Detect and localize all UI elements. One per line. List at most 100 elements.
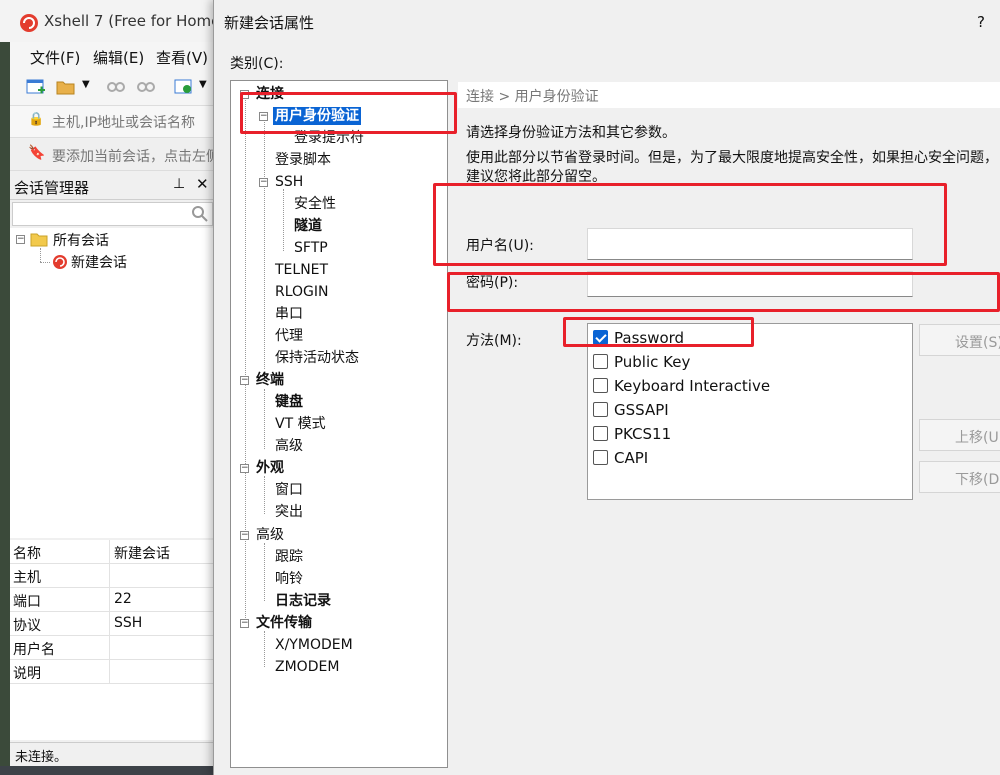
link-icon[interactable] (106, 78, 126, 96)
prop-key: 名称 (13, 546, 41, 562)
chevron-down-icon[interactable]: ▼ (82, 79, 90, 90)
address-bar[interactable]: 🔒 主机,IP地址或会话名称 (10, 106, 215, 138)
add-session-hint-bar: 🔖 要添加当前会话，点击左侧的箭头按钮。 (10, 139, 215, 171)
move-up-button[interactable]: 上移(U) (919, 419, 1000, 451)
tree-zmodem[interactable]: ZMODEM (275, 658, 339, 676)
bookmark-icon[interactable]: 🔖 (28, 145, 45, 161)
section-note: 使用此部分以节省登录时间。但是，为了最大限度地提高安全性，如果担心安全问题，建议… (466, 150, 998, 185)
method-label: 方法(M): (466, 333, 522, 349)
tree-appearance[interactable]: 外观 (256, 459, 284, 477)
dialog-body: 类别(C): − 连接 − 用户身份验证 登录提示符 登录脚本 − SSH 安全… (214, 42, 1000, 775)
open-folder-icon[interactable] (56, 78, 76, 96)
table-row: 用户名 (10, 636, 215, 660)
folder-icon (30, 233, 48, 247)
menu-view[interactable]: 查看(V) (156, 47, 208, 68)
tree-keyboard[interactable]: 键盘 (275, 393, 303, 411)
session-tree: − 所有会话 新建会话 (10, 228, 215, 538)
session-properties-table: 名称 新建会话 主机 端口 22 协议 SSH 用户名 说明 (10, 540, 215, 740)
tree-proxy[interactable]: 代理 (275, 327, 303, 345)
tree-terminal[interactable]: 终端 (256, 371, 284, 389)
tree-advanced[interactable]: 高级 (256, 526, 284, 544)
tree-keepalive[interactable]: 保持活动状态 (275, 349, 359, 367)
taskbar-edge (0, 766, 215, 775)
tree-sftp[interactable]: SFTP (294, 239, 328, 257)
prop-value: 新建会话 (114, 546, 170, 562)
help-button[interactable]: ? (977, 13, 985, 31)
chevron-down-icon[interactable]: ▼ (199, 79, 207, 90)
tree-file-transfer[interactable]: 文件传输 (256, 614, 312, 632)
collapse-icon[interactable]: − (16, 235, 25, 244)
tree-new-session[interactable]: 新建会话 (71, 252, 127, 272)
xshell-title: Xshell 7 (Free for Home/School) (44, 12, 215, 30)
tree-terminal-advanced[interactable]: 高级 (275, 437, 303, 455)
xshell-logo-icon (20, 14, 38, 32)
menu-file[interactable]: 文件(F) (30, 47, 80, 68)
table-row: 说明 (10, 660, 215, 684)
tree-xymodem[interactable]: X/YMODEM (275, 636, 353, 654)
checkbox[interactable] (593, 354, 608, 369)
session-icon (53, 255, 67, 269)
prop-key: 主机 (13, 570, 41, 586)
tree-telnet[interactable]: TELNET (275, 261, 328, 279)
address-input[interactable]: 主机,IP地址或会话名称 (52, 112, 195, 132)
move-down-button[interactable]: 下移(D) (919, 461, 1000, 493)
annotation-box-method-password (563, 317, 754, 347)
desktop-edge (0, 42, 10, 766)
status-bar: 未连接。 (10, 742, 215, 766)
prop-value: 22 (114, 591, 132, 607)
session-manager-header: 会话管理器 ⊥ ✕ (10, 172, 215, 200)
prop-value: SSH (114, 615, 143, 631)
tree-logging[interactable]: 日志记录 (275, 592, 331, 610)
unlink-icon[interactable] (136, 78, 156, 96)
collapse-icon[interactable]: − (240, 619, 249, 628)
new-session-icon[interactable] (26, 78, 46, 96)
menu-edit[interactable]: 编辑(E) (93, 47, 144, 68)
tree-all-sessions[interactable]: 所有会话 (53, 230, 109, 250)
tree-highlight[interactable]: 突出 (275, 503, 303, 521)
annotation-box-user-auth (240, 92, 457, 134)
table-row: 端口 22 (10, 588, 215, 612)
checkbox[interactable] (593, 378, 608, 393)
table-row: 协议 SSH (10, 612, 215, 636)
breadcrumb-text: 连接 > 用户身份验证 (466, 89, 599, 105)
annotation-box-username (433, 183, 947, 266)
tree-window[interactable]: 窗口 (275, 481, 303, 499)
settings-button[interactable]: 设置(S) (919, 324, 1000, 356)
method-name: Public Key (614, 353, 691, 371)
search-icon[interactable] (191, 205, 209, 223)
pin-icon[interactable]: ⊥ (173, 176, 185, 192)
method-name: CAPI (614, 449, 649, 467)
tree-security[interactable]: 安全性 (294, 195, 336, 213)
session-search-input[interactable] (12, 202, 213, 226)
method-name: Keyboard Interactive (614, 377, 771, 395)
tree-vt-mode[interactable]: VT 模式 (275, 415, 326, 433)
xshell-menubar: 文件(F) 编辑(E) 查看(V) (10, 42, 215, 70)
properties-icon[interactable] (174, 78, 194, 96)
tree-tunnel[interactable]: 隧道 (294, 217, 322, 235)
collapse-icon[interactable]: − (240, 376, 249, 385)
collapse-icon[interactable]: − (240, 531, 249, 540)
tree-bell[interactable]: 响铃 (275, 570, 303, 588)
collapse-icon[interactable]: − (240, 464, 249, 473)
tree-ssh[interactable]: SSH (275, 173, 303, 191)
checkbox[interactable] (593, 450, 608, 465)
prop-key: 协议 (13, 618, 41, 634)
collapse-icon[interactable]: − (259, 178, 268, 187)
section-description: 请选择身份验证方法和其它参数。 (466, 125, 676, 141)
tree-trace[interactable]: 跟踪 (275, 548, 303, 566)
hint-text: 要添加当前会话，点击左侧的箭头按钮。 (52, 149, 215, 165)
tree-rlogin[interactable]: RLOGIN (275, 283, 329, 301)
checkbox[interactable] (593, 402, 608, 417)
category-label: 类别(C): (230, 56, 284, 72)
checkbox[interactable] (593, 426, 608, 441)
table-row: 名称 新建会话 (10, 540, 215, 564)
method-name: PKCS11 (614, 425, 672, 443)
category-tree: − 连接 − 用户身份验证 登录提示符 登录脚本 − SSH 安全性 隧道 SF… (230, 80, 448, 768)
close-icon[interactable]: ✕ (196, 175, 209, 193)
tree-login-script[interactable]: 登录脚本 (275, 151, 331, 169)
session-manager-title: 会话管理器 (14, 179, 90, 197)
table-row: 主机 (10, 564, 215, 588)
method-name: GSSAPI (614, 401, 669, 419)
tree-serial[interactable]: 串口 (275, 305, 303, 323)
status-text: 未连接。 (15, 750, 68, 765)
